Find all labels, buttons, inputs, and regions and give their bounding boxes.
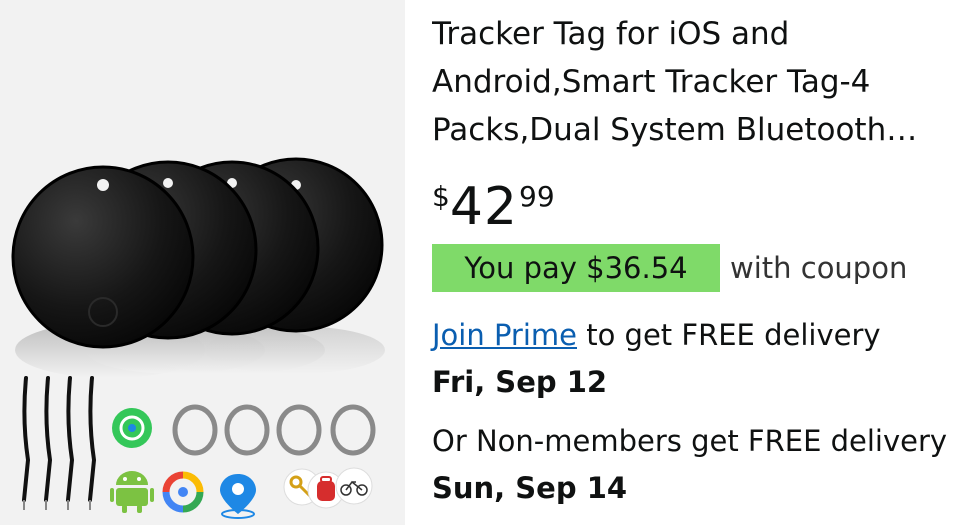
coupon-badge: You pay $36.54 <box>432 244 720 292</box>
tracker-tag <box>11 165 195 349</box>
product-price: $4299 <box>432 176 555 238</box>
nonmember-delivery-date: Sun, Sep 14 <box>432 471 628 505</box>
product-image[interactable] <box>0 0 405 525</box>
product-title[interactable]: Tracker Tag for iOS and Android,Smart Tr… <box>432 10 947 154</box>
join-prime-link[interactable]: Join Prime <box>432 318 577 352</box>
nonmember-delivery-text: Or Non-members get FREE delivery <box>432 424 948 458</box>
lanyards <box>22 376 97 502</box>
coupon-row: You pay $36.54 with coupon <box>432 244 907 292</box>
nonmember-delivery-info: Or Non-members get FREE delivery Sun, Se… <box>432 418 952 512</box>
delivery-text: to get FREE delivery <box>577 318 881 352</box>
price-fraction: 99 <box>519 180 555 213</box>
android-icon <box>110 471 154 513</box>
prime-delivery-date: Fri, Sep 12 <box>432 365 608 399</box>
product-card[interactable]: Tracker Tag for iOS and Android,Smart Tr… <box>0 0 960 525</box>
find-my-icon <box>112 408 152 448</box>
prime-delivery-info: Join Prime to get FREE delivery Fri, Sep… <box>432 312 952 406</box>
price-whole: 42 <box>449 177 518 237</box>
coupon-suffix: with coupon <box>730 251 908 285</box>
bicycle-icon <box>335 467 373 505</box>
google-find-hub-icon <box>162 471 204 513</box>
key-rings <box>172 404 376 456</box>
price-symbol: $ <box>432 180 450 213</box>
location-pin-icon <box>220 474 256 519</box>
